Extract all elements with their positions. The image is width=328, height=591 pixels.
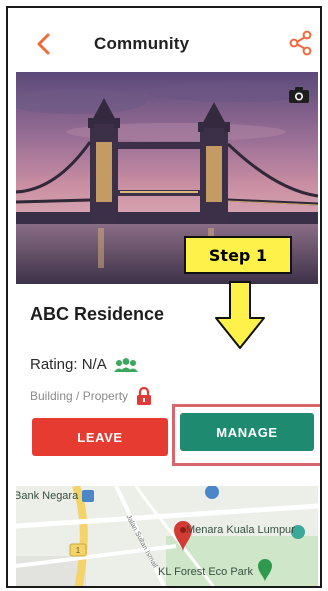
app-frame: Community Step 1 ABC Residence Rating: N…: [6, 6, 322, 588]
type-label: Building / Property: [30, 389, 129, 403]
location-map[interactable]: 1 Bank Negara Menara Kuala Lumpur KL For…: [16, 486, 318, 586]
camera-icon[interactable]: [288, 86, 310, 104]
page-title: Community: [94, 34, 190, 53]
manage-button[interactable]: MANAGE: [180, 413, 314, 451]
chevron-left-icon[interactable]: [34, 32, 54, 56]
share-icon[interactable]: [288, 30, 314, 56]
arrow-down-icon: [215, 281, 265, 349]
map-label-bank: Bank Negara: [16, 490, 79, 502]
svg-text:1: 1: [76, 546, 81, 555]
rating-label: Rating: N/A: [30, 356, 107, 373]
map-label-park: KL Forest Eco Park: [158, 566, 253, 578]
header-bar: Community: [8, 8, 320, 78]
map-label-tower: Menara Kuala Lumpur: [186, 524, 295, 536]
community-type: Building / Property: [30, 386, 152, 406]
members-icon: [113, 357, 138, 372]
community-name: ABC Residence: [30, 304, 165, 324]
leave-button[interactable]: LEAVE: [32, 418, 168, 456]
step-callout: Step 1: [184, 236, 292, 274]
community-rating: Rating: N/A: [30, 356, 139, 373]
lock-icon: [137, 386, 152, 405]
